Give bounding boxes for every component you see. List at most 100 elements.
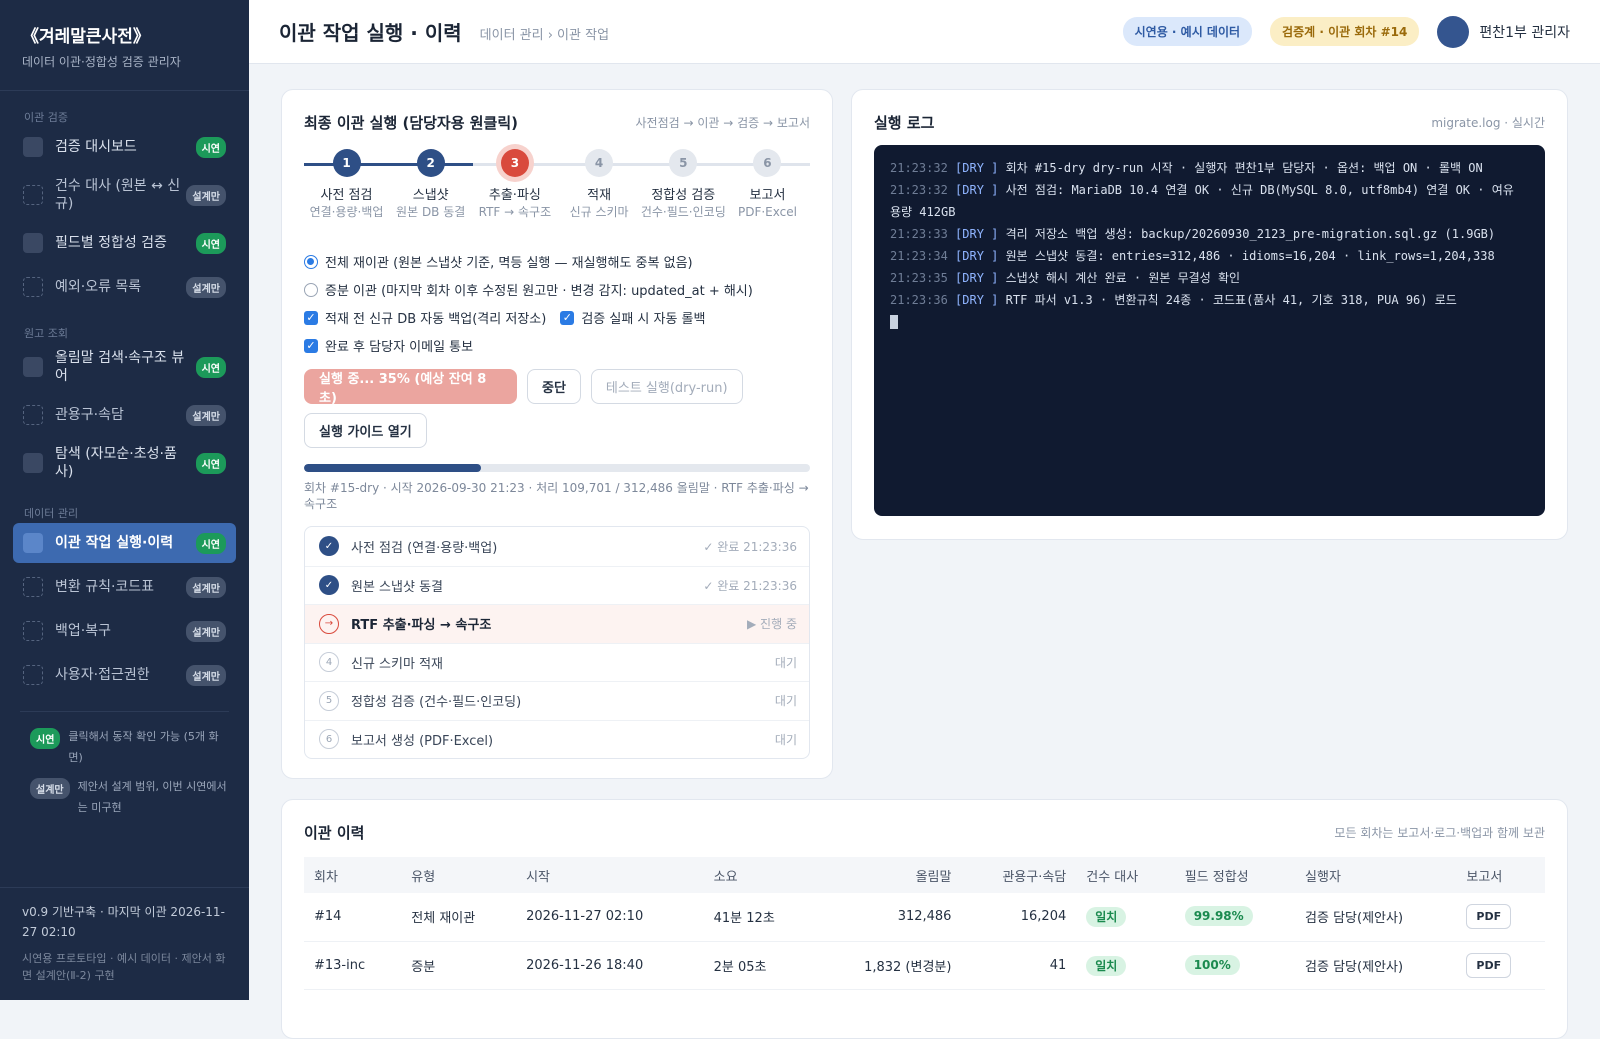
column-header: 보고서 xyxy=(1456,857,1545,893)
option-full-migration[interactable]: 전체 재이관 (원본 스냅샷 기준, 멱등 실행 — 재실행해도 중복 없음) xyxy=(304,252,810,271)
sidebar-item-label: 필드별 정합성 검증 xyxy=(55,235,167,251)
table-cell: 16,204 xyxy=(961,893,1077,942)
table-cell: 전체 재이관 xyxy=(401,893,517,942)
placeholder-icon xyxy=(23,405,43,425)
task-row: 6 보고서 생성 (PDF·Excel) 대기 xyxy=(305,719,809,759)
table-cell: PDF xyxy=(1456,893,1545,942)
sidebar-item[interactable]: 변환 규칙·코드표 설계만 xyxy=(13,567,236,607)
step-number: 6 xyxy=(753,149,782,177)
log-time: 21:23:35 xyxy=(890,271,948,285)
brand: 《겨레말큰사전》 데이터 이관·정합성 검증 관리자 xyxy=(0,0,249,91)
step-subtitle: 연결·용량·백업 xyxy=(309,205,384,219)
task-status: ▶ 진행 중 xyxy=(747,617,797,632)
task-row: 4 신규 스키마 적재 대기 xyxy=(305,642,809,682)
option-full-label: 전체 재이관 (원본 스냅샷 기준, 멱등 실행 — 재실행해도 중복 없음) xyxy=(325,256,693,271)
sidebar-item[interactable]: 검증 대시보드 시연 xyxy=(13,127,236,167)
open-guide-button[interactable]: 실행 가이드 열기 xyxy=(304,413,427,448)
option-incremental-migration[interactable]: 증분 이관 (마지막 회차 이후 수정된 원고만 · 변경 감지: update… xyxy=(304,280,810,299)
page-title: 이관 작업 실행 · 이력 xyxy=(279,21,462,45)
sidebar-item[interactable]: 건수 대사 (원본 ↔ 신규) 설계만 xyxy=(13,171,236,219)
number-circle-icon: 4 xyxy=(319,652,339,673)
option-auto-rollback[interactable]: ✓ 검증 실패 시 자동 롤백 xyxy=(560,308,705,327)
log-tag: [DRY ] xyxy=(955,249,999,263)
table-cell: 일치 xyxy=(1076,893,1175,942)
status-badge: 설계만 xyxy=(186,184,226,206)
sidebar-item[interactable]: 탐색 (자모순·초성·품사) 시연 xyxy=(13,439,236,487)
checkbox-checked-icon[interactable]: ✓ xyxy=(560,310,575,325)
table-cell: 증분 xyxy=(401,941,517,990)
sidebar-item[interactable]: 올림말 검색·속구조 뷰어 시연 xyxy=(13,343,236,391)
column-header: 올림말 xyxy=(814,857,962,893)
step-subtitle: 건수·필드·인코딩 xyxy=(640,205,726,219)
checkbox-checked-icon[interactable]: ✓ xyxy=(304,310,318,325)
step-3: 3 추출·파싱 RTF → 속구조 xyxy=(467,149,563,220)
app-subtitle: 데이터 이관·정합성 검증 관리자 xyxy=(22,55,181,69)
step-number: 5 xyxy=(669,149,698,177)
task-status: 대기 xyxy=(774,694,797,709)
task-row: ✓ 사전 점검 (연결·용량·백업) ✓ 완료 21:23:36 xyxy=(305,527,809,566)
screen-icon xyxy=(23,233,43,253)
placeholder-icon xyxy=(23,621,43,641)
running-button[interactable]: 실행 중... 35% (예상 잔여 8초) xyxy=(304,369,517,406)
user-name[interactable]: 편찬1부 관리자 xyxy=(1479,22,1570,42)
cell-duration: 2분 05초 xyxy=(713,959,767,975)
screen-icon xyxy=(23,357,43,377)
task-list: ✓ 사전 점검 (연결·용량·백업) ✓ 완료 21:23:36 ✓ 원본 스냅샷 동결… xyxy=(304,526,810,759)
environment-pill: 검증계 · 이관 회차 #14 xyxy=(1270,17,1420,46)
field-accuracy-badge: 99.98% xyxy=(1184,906,1253,927)
column-header: 시작 xyxy=(516,857,704,893)
log-console[interactable]: 21:23:32 [DRY ] 회차 #15-dry dry-run 시작 · … xyxy=(874,145,1545,516)
radio-icon[interactable] xyxy=(304,282,318,297)
dry-run-button[interactable]: 테스트 실행(dry-run) xyxy=(590,369,743,404)
option-auto-backup[interactable]: ✓ 적재 전 신규 DB 자동 백업(격리 저장소) xyxy=(304,308,546,327)
step-title: 보고서 xyxy=(749,188,786,203)
table-row: #13-inc 증분 2026-11-26 18:40 2분 05초 1,832 (변경… xyxy=(304,941,1545,990)
table-cell: 검증 담당(제안사) xyxy=(1295,893,1457,942)
step-title: 정합성 검증 xyxy=(651,188,716,203)
step-subtitle: 원본 DB 동결 xyxy=(396,205,466,219)
step-title: 추출·파싱 xyxy=(488,188,541,203)
step-subtitle: 신규 스키마 xyxy=(569,205,629,219)
stop-button[interactable]: 중단 xyxy=(527,369,581,404)
sidebar-item-label: 탐색 (자모순·초성·품사) xyxy=(55,446,177,480)
checkbox-checked-icon[interactable]: ✓ xyxy=(304,338,318,353)
number-circle-icon: 6 xyxy=(319,729,339,750)
log-text: RTF 파서 v1.3 · 변환규칙 24종 · 코드표(품사 41, 기호 3… xyxy=(1005,293,1457,307)
sidebar-section-label: 데이터 관리 xyxy=(24,507,79,520)
pdf-report-button[interactable]: PDF xyxy=(1466,904,1512,930)
status-badge: 설계만 xyxy=(186,404,226,426)
placeholder-icon xyxy=(23,277,43,297)
log-line: 21:23:33 [DRY ] 격리 저장소 백업 생성: backup/202… xyxy=(890,223,1529,245)
sidebar-item-label: 사용자·접근권한 xyxy=(55,667,150,683)
rollback-label: 검증 실패 시 자동 롤백 xyxy=(581,312,706,327)
status-badge: 시연 xyxy=(195,232,226,254)
sidebar-item[interactable]: 사용자·접근권한 설계만 xyxy=(13,655,236,695)
sidebar-item[interactable]: 필드별 정합성 검증 시연 xyxy=(13,223,236,263)
run-card-title: 최종 이관 실행 (담당자용 원클릭) xyxy=(304,114,519,132)
sidebar-item[interactable]: 백업·복구 설계만 xyxy=(13,611,236,651)
table-cell: 41 xyxy=(961,941,1077,990)
sidebar-item[interactable]: 이관 작업 실행·이력 시연 xyxy=(13,523,236,563)
log-tag: [DRY ] xyxy=(955,227,999,241)
sidebar-item[interactable]: 관용구·속담 설계만 xyxy=(13,395,236,435)
log-text: 회차 #15-dry dry-run 시작 · 실행자 편찬1부 담당자 · 옵… xyxy=(1005,161,1483,175)
log-line: 21:23:36 [DRY ] RTF 파서 v1.3 · 변환규칙 24종 ·… xyxy=(890,289,1529,311)
table-cell: PDF xyxy=(1456,941,1545,990)
radio-icon[interactable] xyxy=(304,254,318,269)
placeholder-icon xyxy=(23,185,43,205)
check-circle-icon: ✓ xyxy=(319,575,339,596)
avatar[interactable] xyxy=(1437,15,1470,48)
column-header: 필드 정합성 xyxy=(1174,857,1296,893)
step-number: 4 xyxy=(585,149,614,177)
log-line: 21:23:32 [DRY ] 사전 점검: MariaDB 10.4 연결 O… xyxy=(890,179,1529,223)
step-number: 3 xyxy=(500,149,529,177)
option-email-notify[interactable]: ✓ 완료 후 담당자 이메일 통보 xyxy=(304,336,810,355)
pdf-report-button[interactable]: PDF xyxy=(1466,952,1512,978)
step-title: 스냅샷 xyxy=(412,188,449,203)
sidebar-item[interactable]: 예외·오류 목록 설계만 xyxy=(13,267,236,307)
screen-icon xyxy=(23,453,43,473)
cell-entries: 1,832 (변경분) xyxy=(864,959,952,975)
sidebar: 《겨레말큰사전》 데이터 이관·정합성 검증 관리자 이관 검증 검증 대시보드 시… xyxy=(0,0,249,1000)
sidebar-item-label: 이관 작업 실행·이력 xyxy=(55,535,174,551)
task-label: 원본 스냅샷 동결 xyxy=(351,579,443,595)
